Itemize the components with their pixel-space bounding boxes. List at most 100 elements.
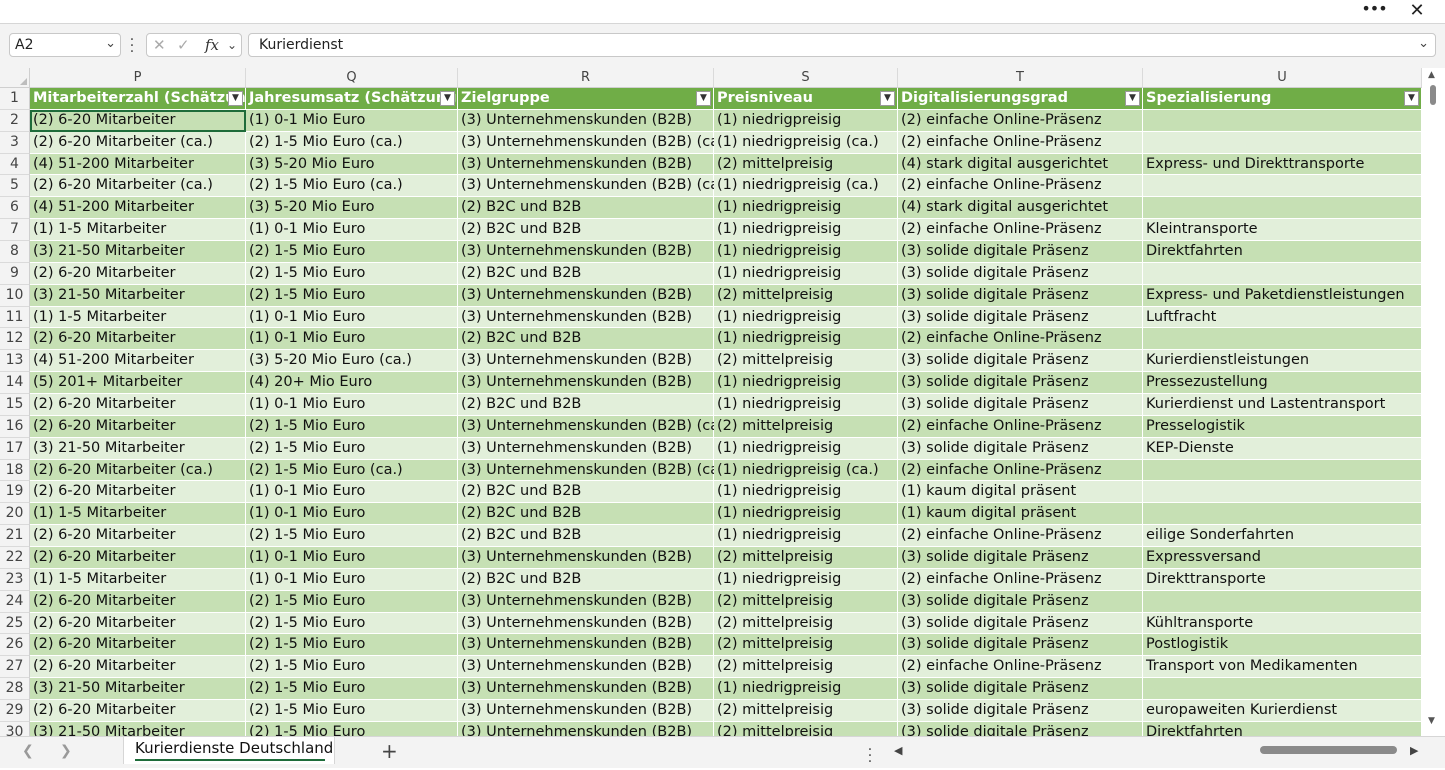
table-cell[interactable]: (3) solide digitale Präsenz (898, 590, 1143, 613)
table-cell[interactable]: (2) 6-20 Mitarbeiter (30, 612, 246, 635)
row-number[interactable]: 17 (0, 437, 30, 460)
table-cell[interactable]: (1) niedrigpreisig (714, 437, 898, 460)
table-cell[interactable]: (3) solide digitale Präsenz (898, 700, 1143, 722)
table-cell[interactable]: (1) niedrigpreisig (714, 678, 898, 701)
table-cell[interactable]: (3) solide digitale Präsenz (898, 350, 1143, 373)
table-cell[interactable]: (3) solide digitale Präsenz (898, 437, 1143, 460)
header-cell[interactable]: Jahresumsatz (Schätzung) ▼ (246, 88, 463, 110)
table-cell[interactable]: (1) niedrigpreisig (714, 568, 898, 591)
expand-formula-icon[interactable]: ⌄ (1418, 36, 1429, 51)
table-cell[interactable]: (2) 1-5 Mio Euro (246, 415, 458, 438)
scroll-up-icon[interactable]: ▲ (1428, 70, 1435, 80)
table-cell[interactable]: (2) einfache Online-Präsenz (898, 568, 1143, 591)
column-header-r[interactable]: R (458, 68, 714, 88)
row-number[interactable]: 1 (0, 88, 30, 110)
table-cell[interactable]: (1) 1-5 Mitarbeiter (30, 568, 246, 591)
table-cell[interactable]: (2) 6-20 Mitarbeiter (30, 525, 246, 548)
table-cell[interactable]: (2) einfache Online-Präsenz (898, 525, 1143, 548)
previous-sheet-icon[interactable]: ❮ (22, 743, 34, 759)
table-cell[interactable]: (3) Unternehmenskunden (B2B) (458, 547, 714, 569)
table-cell[interactable]: (3) 5-20 Mio Euro (ca.) (246, 350, 458, 373)
table-cell[interactable]: (1) niedrigpreisig (714, 481, 898, 504)
table-cell[interactable] (1143, 131, 1422, 154)
table-cell[interactable] (1143, 175, 1422, 198)
row-number[interactable]: 27 (0, 656, 30, 679)
table-cell[interactable]: (3) solide digitale Präsenz (898, 678, 1143, 701)
table-cell[interactable]: Direktfahrten (1143, 721, 1422, 736)
scroll-down-icon[interactable]: ▼ (1428, 716, 1435, 726)
table-cell[interactable]: (3) 21-50 Mitarbeiter (30, 284, 246, 307)
table-cell[interactable] (1143, 262, 1422, 285)
table-cell[interactable]: (2) 1-5 Mio Euro (246, 284, 458, 307)
table-cell[interactable]: (2) 6-20 Mitarbeiter (30, 328, 246, 351)
table-cell[interactable]: (4) 51-200 Mitarbeiter (30, 197, 246, 220)
table-cell[interactable]: (3) 21-50 Mitarbeiter (30, 437, 246, 460)
table-cell[interactable]: (3) Unternehmenskunden (B2B) (458, 284, 714, 307)
table-cell[interactable]: (3) Unternehmenskunden (B2B) (ca.) (458, 175, 729, 198)
table-cell[interactable]: Kurierdienstleistungen (1143, 350, 1422, 373)
table-cell[interactable]: (1) 0-1 Mio Euro (246, 503, 458, 526)
table-cell[interactable]: (2) 1-5 Mio Euro (246, 525, 458, 548)
row-number[interactable]: 10 (0, 284, 30, 307)
header-cell[interactable]: Digitalisierungsgrad ▼ (898, 88, 1143, 110)
table-cell[interactable]: (2) 6-20 Mitarbeiter (30, 481, 246, 504)
table-cell[interactable]: (2) mittelpreisig (714, 547, 898, 569)
row-number[interactable]: 29 (0, 700, 30, 722)
table-cell[interactable]: (2) mittelpreisig (714, 656, 898, 679)
table-cell[interactable]: KEP-Dienste (1143, 437, 1422, 460)
vertical-dots-icon[interactable]: · · · (866, 743, 874, 769)
table-cell[interactable] (1143, 109, 1422, 132)
row-number[interactable]: 7 (0, 219, 30, 242)
table-cell[interactable]: (2) 6-20 Mitarbeiter (30, 547, 246, 569)
row-number[interactable]: 22 (0, 547, 30, 569)
table-cell[interactable]: (2) B2C und B2B (458, 328, 714, 351)
name-box[interactable]: A2 ⌄ (9, 33, 121, 57)
table-cell[interactable]: (3) Unternehmenskunden (B2B) (ca.) (458, 131, 729, 154)
table-cell[interactable]: Express- und Direkttransporte (1143, 153, 1422, 176)
table-cell[interactable]: (2) B2C und B2B (458, 568, 714, 591)
table-cell[interactable]: (1) 0-1 Mio Euro (246, 568, 458, 591)
table-cell[interactable]: (1) niedrigpreisig (ca.) (714, 131, 898, 154)
table-cell[interactable]: (3) solide digitale Präsenz (898, 284, 1143, 307)
table-cell[interactable]: (3) Unternehmenskunden (B2B) (458, 700, 714, 722)
vertical-dots-icon[interactable]: · · · (128, 33, 136, 59)
table-cell[interactable]: (3) solide digitale Präsenz (898, 634, 1143, 657)
row-number[interactable]: 26 (0, 634, 30, 657)
table-cell[interactable]: (3) solide digitale Präsenz (898, 372, 1143, 395)
table-cell[interactable]: (3) 21-50 Mitarbeiter (30, 241, 246, 263)
table-cell[interactable] (1143, 503, 1422, 526)
table-cell[interactable]: (1) 0-1 Mio Euro (246, 328, 458, 351)
table-cell[interactable]: (2) mittelpreisig (714, 350, 898, 373)
row-number[interactable]: 15 (0, 394, 30, 416)
row-number[interactable]: 6 (0, 197, 30, 220)
table-cell[interactable]: Presselogistik (1143, 415, 1422, 438)
row-number[interactable]: 20 (0, 503, 30, 526)
table-cell[interactable]: (3) 21-50 Mitarbeiter (30, 721, 246, 736)
table-cell[interactable]: (1) 0-1 Mio Euro (246, 219, 458, 242)
row-number[interactable]: 28 (0, 678, 30, 701)
scroll-left-icon[interactable]: ◀ (894, 744, 902, 757)
row-number[interactable]: 9 (0, 262, 30, 285)
table-cell[interactable]: europaweiten Kurierdienst (1143, 700, 1422, 722)
table-cell[interactable]: (2) mittelpreisig (714, 721, 898, 736)
table-cell[interactable]: (1) niedrigpreisig (714, 109, 898, 132)
table-cell[interactable]: (1) 0-1 Mio Euro (246, 109, 458, 132)
table-cell[interactable]: (3) Unternehmenskunden (B2B) (458, 612, 714, 635)
name-box-value[interactable]: A2 (15, 37, 33, 53)
close-icon[interactable]: ✕ (1404, 0, 1430, 23)
table-cell[interactable]: (2) einfache Online-Präsenz (898, 656, 1143, 679)
table-cell[interactable]: (2) 6-20 Mitarbeiter (30, 700, 246, 722)
table-cell[interactable]: (2) B2C und B2B (458, 197, 714, 220)
row-number[interactable]: 13 (0, 350, 30, 373)
table-cell[interactable]: (2) B2C und B2B (458, 394, 714, 416)
table-cell[interactable]: (2) 1-5 Mio Euro (246, 262, 458, 285)
table-cell[interactable]: (1) niedrigpreisig (714, 503, 898, 526)
enter-icon[interactable]: ✓ (177, 36, 190, 54)
header-cell[interactable]: Zielgruppe ▼ (458, 88, 714, 110)
column-header-p[interactable]: P (30, 68, 246, 88)
table-cell[interactable]: (2) 1-5 Mio Euro (246, 721, 458, 736)
row-number[interactable]: 18 (0, 459, 30, 482)
header-cell[interactable]: Preisniveau ▼ (714, 88, 898, 110)
table-cell[interactable]: (1) niedrigpreisig (714, 241, 898, 263)
table-cell[interactable]: (2) 1-5 Mio Euro (246, 437, 458, 460)
